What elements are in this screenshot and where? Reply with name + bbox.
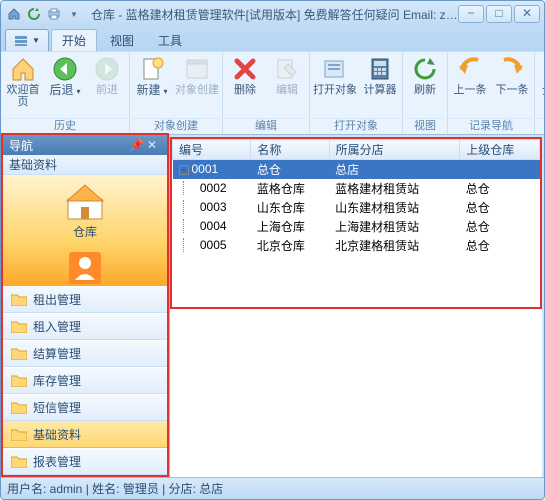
status-name: 姓名: 管理员 (92, 480, 159, 497)
group-view-label: 视图 (405, 118, 445, 134)
minimize-button[interactable]: − (458, 5, 484, 23)
quick-access-toolbar: ▼ (5, 5, 83, 23)
tab-start[interactable]: 开始 (51, 29, 97, 51)
col-branch[interactable]: 所属分店 (329, 140, 460, 160)
edit-button[interactable]: 编辑 (267, 54, 307, 118)
table-row[interactable]: 0003 山东仓库山东建材租赁站总仓 (173, 198, 540, 217)
sidebar-title-text: 导航 (9, 137, 33, 154)
forward-button[interactable]: 前进 (87, 54, 127, 118)
sidebar-cat-sms[interactable]: 短信管理 (3, 394, 167, 421)
ribbon-tab-bar: ▼ 开始 视图 工具 (1, 27, 544, 51)
status-bar: 用户名: admin | 姓名: 管理员 | 分店: 总店 (1, 477, 544, 499)
status-branch: 分店: 总店 (169, 480, 224, 497)
sidebar-cat-settlement[interactable]: 结算管理 (3, 340, 167, 367)
print-icon[interactable] (45, 5, 63, 23)
group-nav-label: 记录导航 (450, 118, 532, 134)
refresh-icon[interactable] (25, 5, 43, 23)
main-content: 编号 名称 所属分店 上级仓库 −0001 总仓总店 0002 (169, 135, 544, 477)
sidebar-close-icon[interactable]: ✕ (147, 138, 161, 152)
prev-record-button[interactable]: 上一条 (450, 54, 490, 118)
sidebar-section-header[interactable]: 基础资料 (3, 155, 167, 175)
empty-area (170, 309, 542, 477)
home-button[interactable]: 欢迎首页 (3, 54, 43, 118)
refresh-button[interactable]: 刷新 (405, 54, 445, 118)
calculator-button[interactable]: 计算器 (360, 54, 400, 118)
status-user: 用户名: admin (7, 480, 82, 497)
group-history-label: 历史 (3, 118, 127, 134)
table-row[interactable]: −0001 总仓总店 (173, 160, 540, 179)
home-icon[interactable] (5, 5, 23, 23)
new-button[interactable]: 新建 ▾ (132, 54, 172, 118)
sidebar-title-bar: 导航 📌 ✕ (1, 133, 169, 155)
table-header-row: 编号 名称 所属分店 上级仓库 (173, 140, 540, 160)
sidebar-cat-stock[interactable]: 库存管理 (3, 367, 167, 394)
group-edit-label: 编辑 (225, 118, 307, 134)
data-grid[interactable]: 编号 名称 所属分店 上级仓库 −0001 总仓总店 0002 (170, 137, 542, 309)
nav-sidebar: 导航 📌 ✕ 基础资料 仓库 客户 租出管理 租入管理 结算管理 (1, 135, 169, 477)
open-object-button[interactable]: 打开对象 (312, 54, 358, 118)
sidebar-item-warehouse[interactable]: 仓库 (65, 181, 105, 248)
group-objcreate-label: 对象创建 (132, 118, 220, 134)
app-menu[interactable]: ▼ (5, 29, 49, 51)
tab-tools[interactable]: 工具 (147, 29, 193, 51)
maximize-button[interactable]: □ (486, 5, 512, 23)
search-button[interactable]: 全文搜索 ▾ (537, 54, 545, 118)
window-title: 仓库 - 蓝格建材租赁管理软件[试用版本] 免费解答任何疑问 Email: zu… (91, 6, 458, 23)
sidebar-category-list: 租出管理 租入管理 结算管理 库存管理 短信管理 基础资料 报表管理 (3, 286, 167, 475)
col-parent[interactable]: 上级仓库 (460, 140, 540, 160)
sidebar-cat-rent-out[interactable]: 租出管理 (3, 286, 167, 313)
tab-view[interactable]: 视图 (99, 29, 145, 51)
group-other-label (537, 118, 545, 134)
sidebar-cat-rent-in[interactable]: 租入管理 (3, 313, 167, 340)
table-row[interactable]: 0002 蓝格仓库蓝格建材租赁站总仓 (173, 179, 540, 198)
delete-button[interactable]: 删除 (225, 54, 265, 118)
sidebar-cat-report[interactable]: 报表管理 (3, 448, 167, 475)
qat-dropdown-icon[interactable]: ▼ (65, 5, 83, 23)
close-button[interactable]: ✕ (514, 5, 540, 23)
sidebar-item-customer[interactable]: 客户 (65, 248, 105, 286)
sidebar-cat-base[interactable]: 基础资料 (3, 421, 167, 448)
group-open-label: 打开对象 (312, 118, 400, 134)
object-create-button[interactable]: 对象创建 (174, 54, 220, 118)
table-row[interactable]: 0005 北京仓库北京建格租赁站总仓 (173, 236, 540, 255)
next-record-button[interactable]: 下一条 (492, 54, 532, 118)
col-id[interactable]: 编号 (173, 140, 251, 160)
back-button[interactable]: 后退 ▾ (45, 54, 85, 118)
tree-collapse-icon[interactable]: − (179, 165, 189, 175)
pin-icon[interactable]: 📌 (129, 138, 143, 152)
sidebar-featured: 仓库 客户 (3, 175, 167, 286)
ribbon: 欢迎首页 后退 ▾ 前进 历史 新建 ▾ 对象创建 对象创建 删除 编辑 编辑 … (1, 51, 544, 135)
col-name[interactable]: 名称 (251, 140, 329, 160)
title-bar: ▼ 仓库 - 蓝格建材租赁管理软件[试用版本] 免费解答任何疑问 Email: … (1, 1, 544, 27)
table-row[interactable]: 0004 上海仓库上海建材租赁站总仓 (173, 217, 540, 236)
